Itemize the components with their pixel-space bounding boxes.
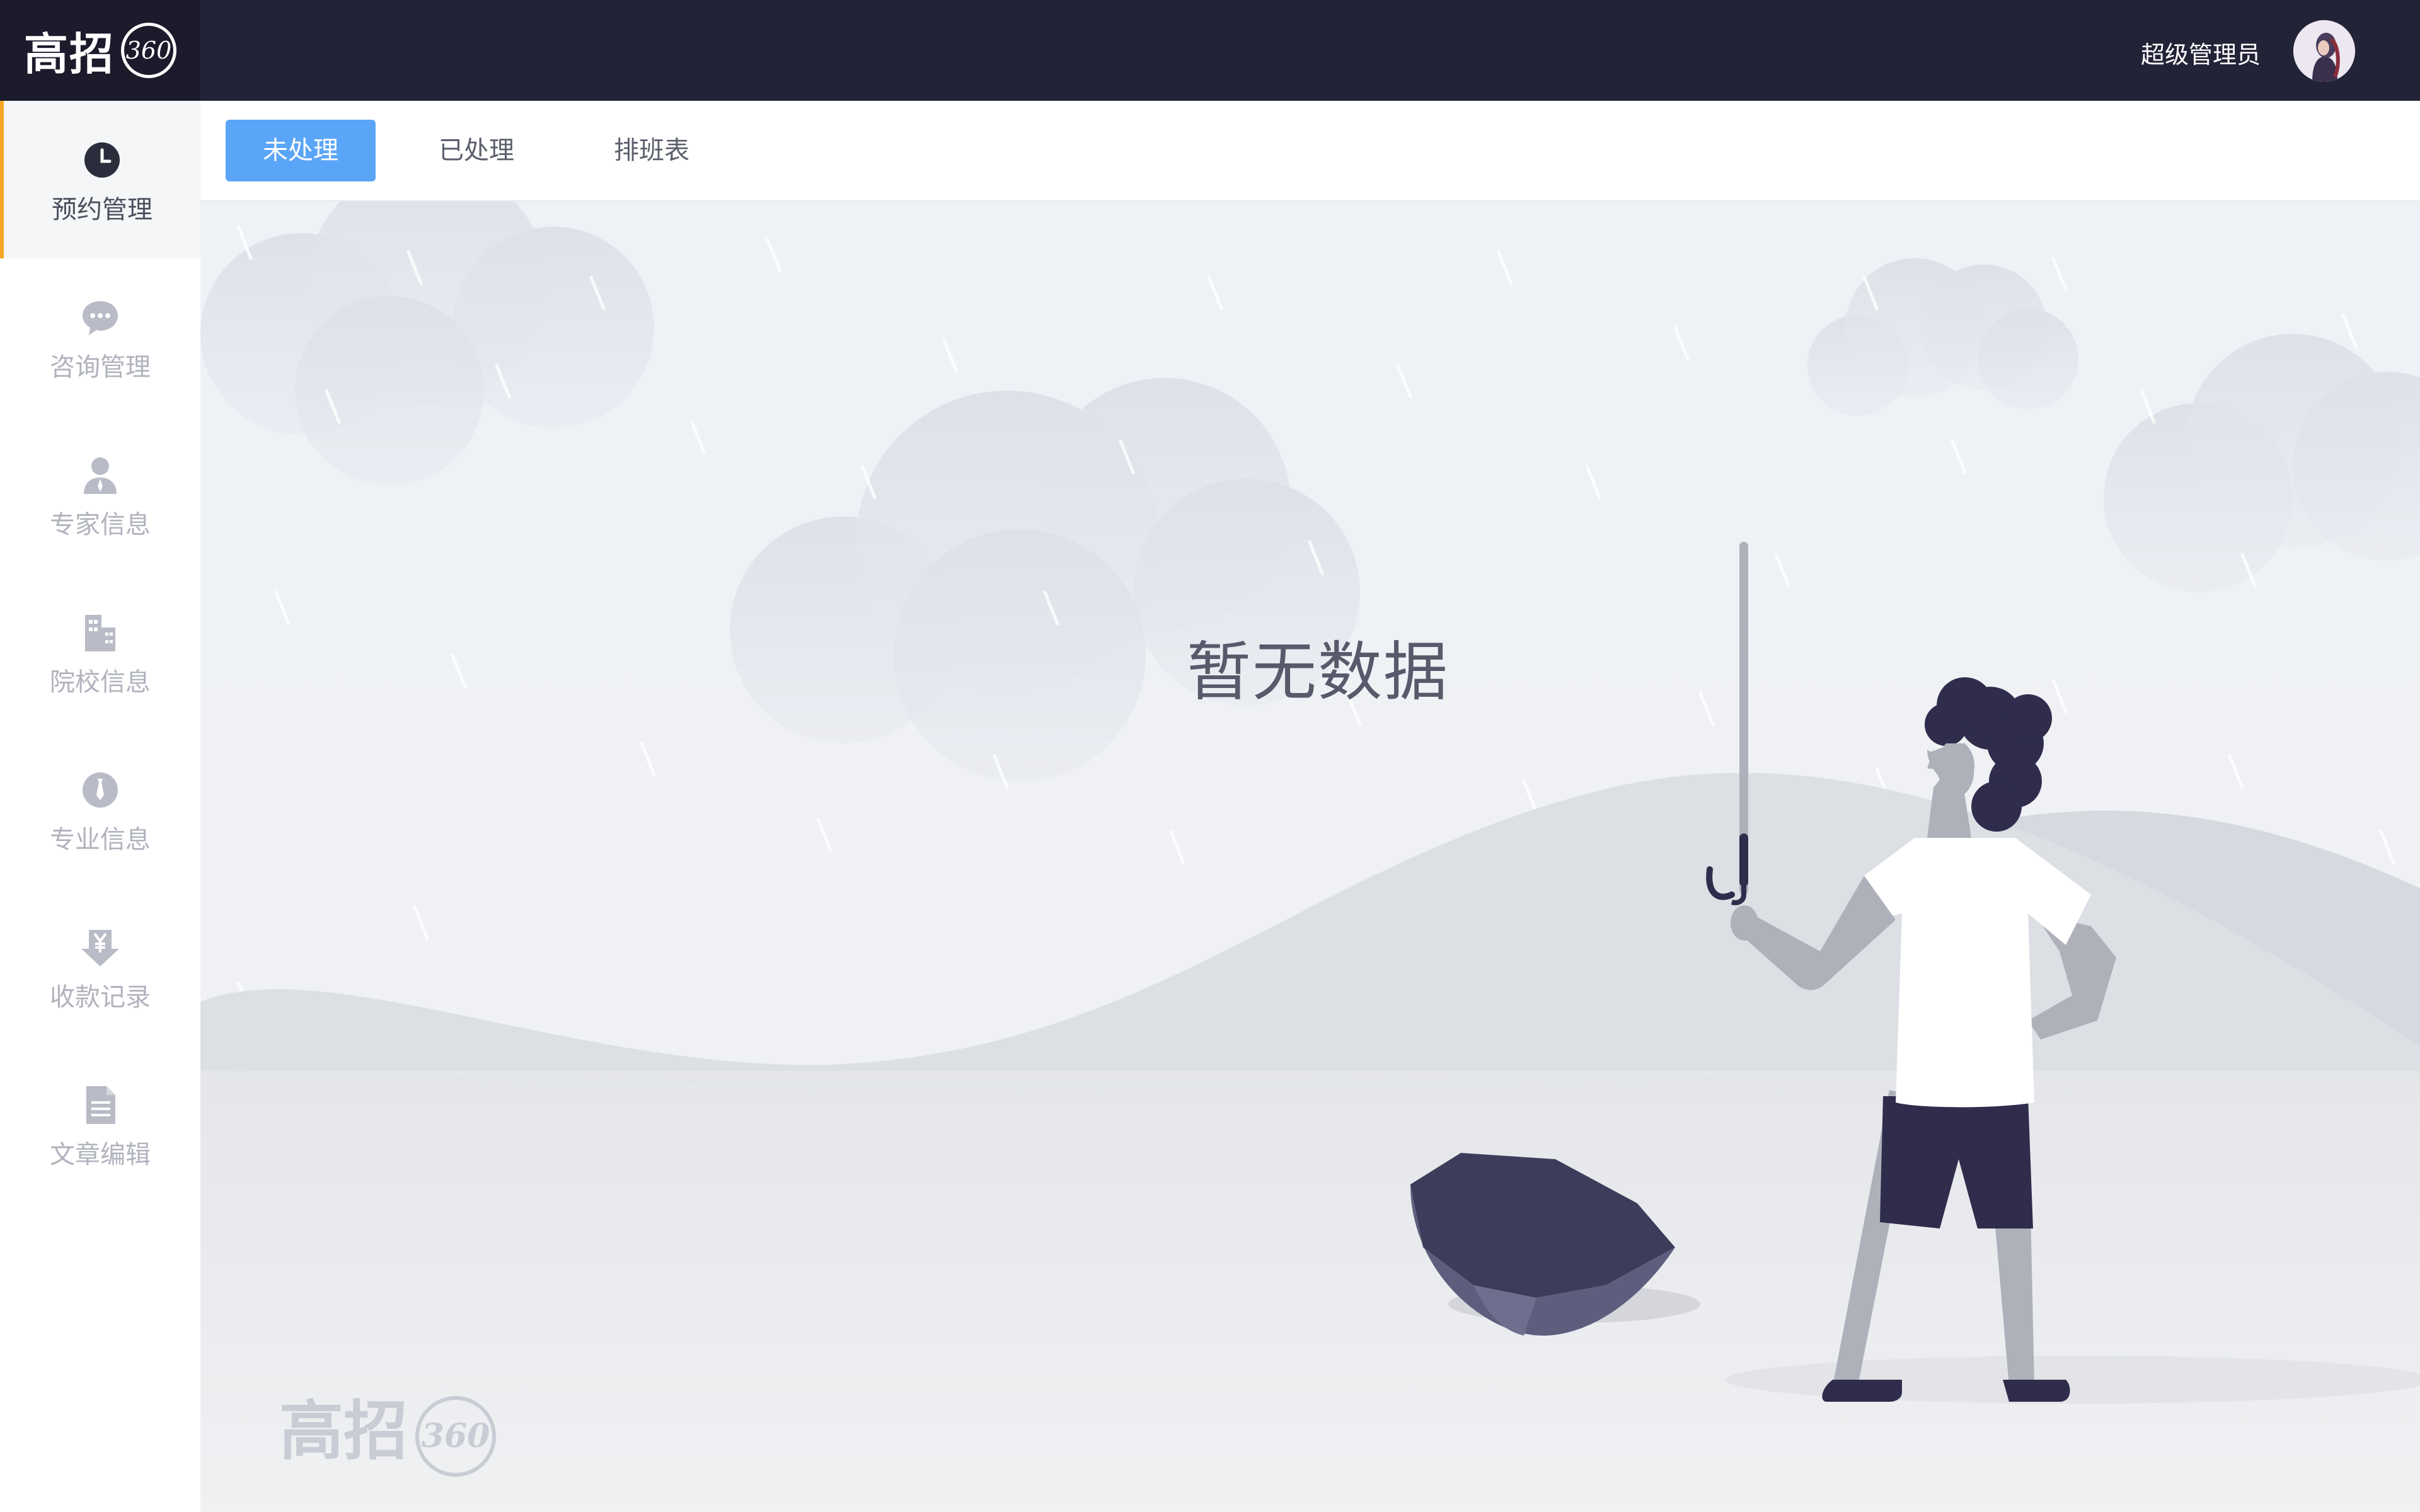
sidebar-item-label: 专业信息 (50, 825, 151, 854)
sidebar-item-label: 咨询管理 (50, 353, 151, 382)
main-content: 暂无数据 高招 360 (200, 202, 2420, 1512)
empty-state-text: 暂无数据 (1187, 635, 1449, 710)
avatar-image (2293, 20, 2355, 82)
sidebar: 预约管理 咨询管理 专家信息 院校信息 专业信息 收款记录 文章编辑 (0, 101, 200, 1512)
sidebar-item-articles[interactable]: 文章编辑 (0, 1046, 200, 1203)
sidebar-item-label: 文章编辑 (50, 1140, 151, 1169)
sidebar-item-label: 院校信息 (50, 668, 151, 697)
clock-icon (84, 142, 120, 178)
yuan-download-icon (81, 930, 119, 966)
chat-bubble-icon (83, 301, 118, 335)
empty-state-illustration (200, 202, 2420, 1512)
tab-unprocessed[interactable]: 未处理 (226, 120, 376, 181)
watermark-badge: 360 (415, 1396, 496, 1477)
sidebar-item-experts[interactable]: 专家信息 (0, 416, 200, 573)
sidebar-item-label: 专家信息 (50, 510, 151, 539)
top-navbar: 高招 360 超级管理员 (0, 0, 2420, 101)
user-avatar[interactable] (2293, 20, 2355, 82)
building-icon (85, 615, 115, 651)
tab-bar: 未处理 已处理 排班表 (200, 101, 2420, 202)
sidebar-item-label: 预约管理 (52, 195, 153, 224)
sidebar-item-appointments[interactable]: 预约管理 (0, 101, 200, 258)
logo-text: 高招 (24, 27, 115, 80)
document-icon (86, 1086, 115, 1124)
ground (200, 1071, 2420, 1512)
tab-schedule[interactable]: 排班表 (576, 120, 727, 181)
logo-badge: 360 (121, 23, 176, 78)
sidebar-item-label: 收款记录 (50, 983, 151, 1012)
tie-icon (83, 772, 118, 808)
watermark-logo: 高招 360 (279, 1380, 496, 1477)
sidebar-item-consultation[interactable]: 咨询管理 (0, 258, 200, 416)
sidebar-item-payments[interactable]: 收款记录 (0, 888, 200, 1046)
tab-processed[interactable]: 已处理 (401, 120, 552, 181)
person-icon (84, 457, 117, 494)
user-name[interactable]: 超级管理员 (2141, 35, 2261, 70)
sidebar-item-schools[interactable]: 院校信息 (0, 573, 200, 731)
watermark-text: 高招 (279, 1394, 408, 1469)
sidebar-item-majors[interactable]: 专业信息 (0, 731, 200, 888)
app-logo[interactable]: 高招 360 (0, 0, 200, 101)
